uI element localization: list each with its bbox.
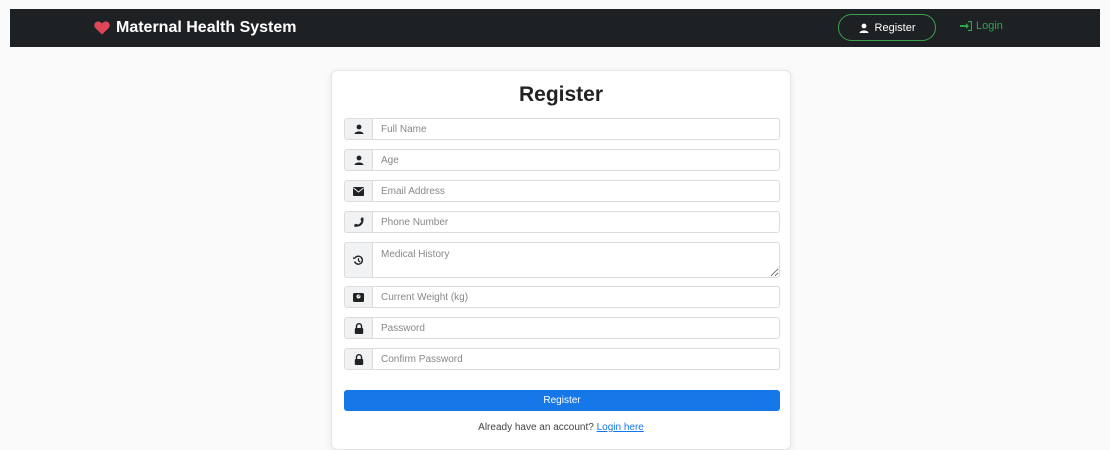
brand[interactable]: Maternal Health System	[94, 19, 297, 37]
register-card: Register Full Name Age Email Address Pho…	[331, 70, 791, 450]
password-input[interactable]	[372, 317, 780, 339]
phone-icon	[344, 211, 372, 233]
full-name-input[interactable]	[372, 118, 780, 140]
nav-register-label: Register	[874, 21, 916, 34]
login-prompt-text: Already have an account?	[478, 422, 594, 433]
user-icon	[344, 118, 372, 140]
lock-icon	[344, 317, 372, 339]
confirm-password-input[interactable]	[372, 348, 780, 370]
medical-history-field	[344, 242, 780, 278]
phone-field	[344, 211, 780, 233]
heart-icon	[94, 21, 110, 35]
user-icon	[344, 149, 372, 171]
lock-icon	[344, 348, 372, 370]
email-input[interactable]	[372, 180, 780, 202]
navbar: Maternal Health System Register Login	[10, 9, 1100, 47]
age-input[interactable]	[372, 149, 780, 171]
age-field	[344, 149, 780, 171]
email-field	[344, 180, 780, 202]
nav-login-link[interactable]: Login	[960, 20, 1003, 32]
phone-input[interactable]	[372, 211, 780, 233]
login-prompt: Already have an account? Login here	[332, 422, 790, 433]
register-submit-button[interactable]: Register	[344, 390, 780, 411]
weight-icon	[344, 286, 372, 308]
user-icon	[859, 23, 869, 33]
weight-input[interactable]	[372, 286, 780, 308]
form-title: Register	[518, 83, 604, 106]
nav-login-label: Login	[976, 20, 1003, 32]
medical-history-textarea[interactable]	[372, 242, 780, 278]
login-here-link[interactable]: Login here	[597, 422, 644, 433]
full-name-field	[344, 118, 780, 140]
weight-field	[344, 286, 780, 308]
sign-in-icon	[960, 21, 972, 31]
envelope-icon	[344, 180, 372, 202]
history-icon	[344, 242, 372, 278]
password-field	[344, 317, 780, 339]
confirm-password-field	[344, 348, 780, 370]
brand-title: Maternal Health System	[116, 19, 297, 36]
nav-register-button[interactable]: Register	[838, 14, 936, 41]
